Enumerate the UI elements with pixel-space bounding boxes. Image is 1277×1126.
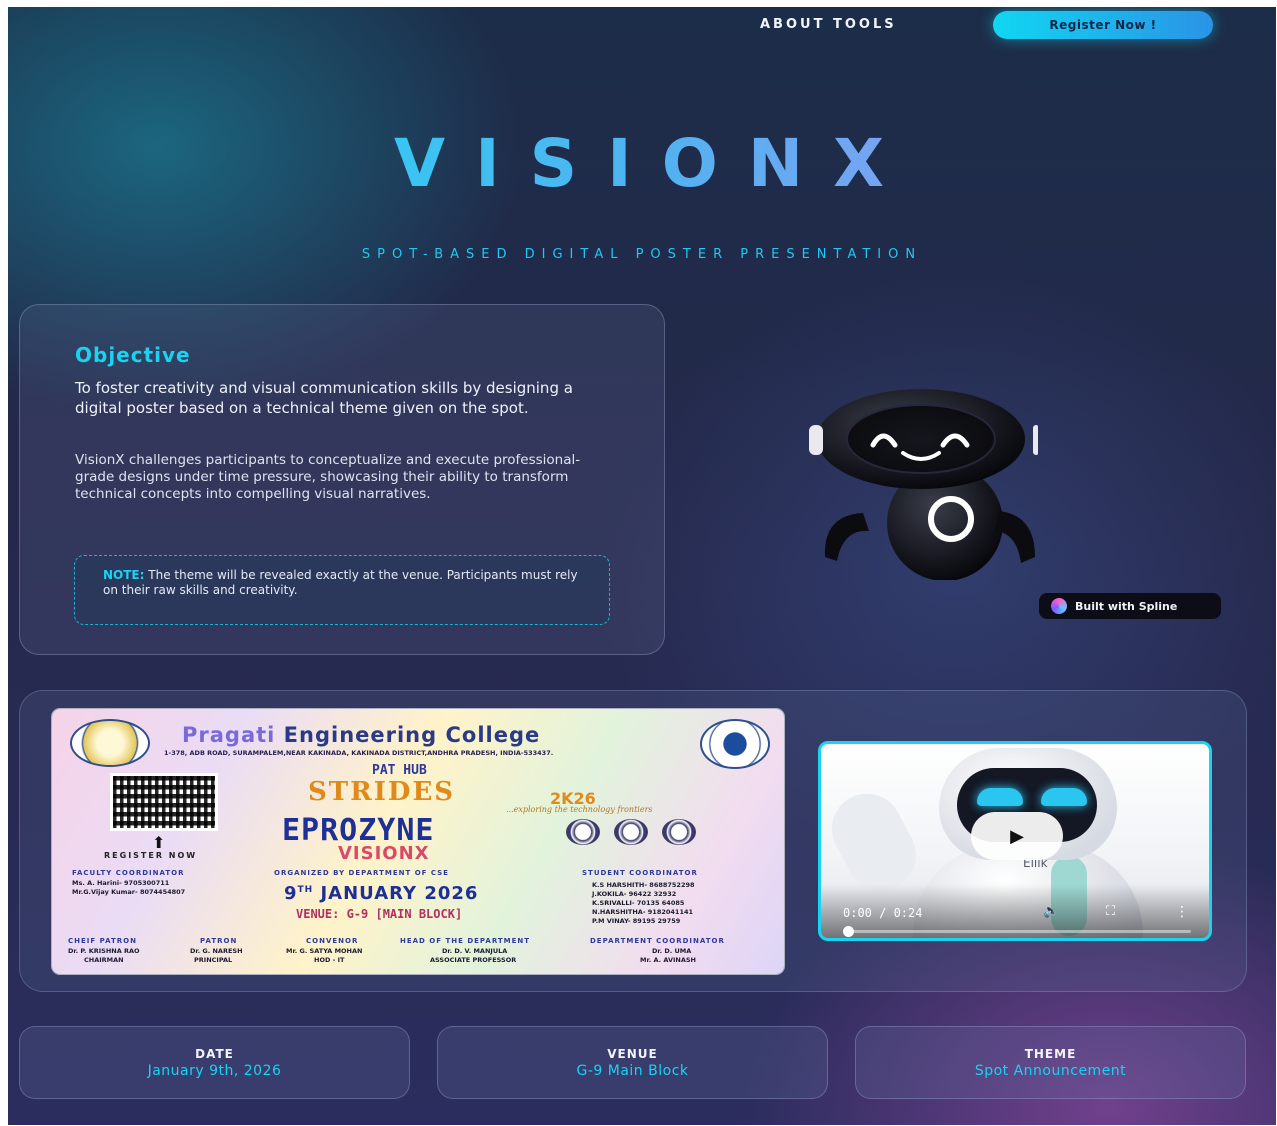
poster-hod-role: ASSOCIATE PROFESSOR [430, 956, 517, 964]
video-robot-right-eye [1041, 788, 1087, 806]
poster-convenor-label: CONVENOR [306, 937, 359, 945]
poster-patron-name: Dr. G. NARESH [190, 947, 243, 955]
poster-date-day: 9 [284, 883, 298, 904]
poster-student-4: N.HARSHITHA- 9182041141 [592, 908, 694, 916]
theme-value: Spot Announcement [974, 1063, 1127, 1079]
poster-pat-hub: PAT HUB [372, 763, 427, 778]
poster-visionx: VISIONX [338, 843, 430, 864]
volume-icon[interactable]: 🔈 [1043, 904, 1059, 919]
poster-venue: VENUE: G-9 [MAIN BLOCK] [296, 907, 463, 921]
club-logo-icon [566, 819, 600, 845]
spline-badge-label: Built with Spline [1075, 599, 1178, 613]
video-time: 0:00 / 0:24 [843, 906, 923, 920]
poster-sponsor-logos [566, 819, 766, 847]
hero-subtitle: SPOT-BASED DIGITAL POSTER PRESENTATION [361, 247, 923, 262]
robot-right-ear [1033, 425, 1038, 455]
poster-dept-coord-name-2: Mr. A. AVINASH [640, 956, 696, 964]
club-logo-icon [614, 819, 648, 845]
venue-value: G-9 Main Block [576, 1063, 689, 1079]
poster-date-sup: TH [297, 885, 314, 895]
robot-left-arm [824, 513, 869, 561]
poster-date-rest: JANUARY 2026 [313, 883, 479, 904]
play-icon: ▶ [1010, 825, 1024, 847]
poster-college-name: Pragati Engineering College [182, 723, 540, 747]
robot-face [846, 404, 996, 474]
objective-paragraph-1: To foster creativity and visual communic… [75, 379, 573, 417]
poster-student-5: P.M VINAY- 89195 29759 [592, 917, 681, 925]
poster-convenor-role: HOD - IT [314, 956, 345, 964]
poster-strides: STRIDES [308, 777, 456, 807]
poster-patron-label: PATRON [200, 937, 238, 945]
poster-hod-name: Dr. D. V. MANJULA [442, 947, 508, 955]
poster-address: 1-378, ADB ROAD, SURAMPALEM,NEAR KAKINAD… [164, 749, 554, 757]
page: ABOUT TOOLS Register Now ! VISIONX SPOT-… [8, 7, 1276, 1125]
objective-heading: Objective [75, 343, 191, 367]
robot-left-ear [809, 425, 823, 455]
poster-chief-patron-label: CHEIF PATRON [68, 937, 137, 945]
poster-student-3: K.SRIVALLI- 70135 64085 [592, 899, 685, 907]
spline-logo-icon [1051, 598, 1067, 614]
qr-code-icon [110, 773, 218, 831]
poster-date: 9TH JANUARY 2026 [284, 883, 478, 904]
nav-about-tools-link[interactable]: ABOUT TOOLS [760, 17, 897, 32]
hero-title: VISIONX [8, 125, 1276, 202]
poster-dept-coord-name-1: Dr. D. UMA [652, 947, 692, 955]
venue-label: VENUE [607, 1047, 658, 1061]
college-name-rest: Engineering College [275, 723, 541, 747]
video-player[interactable]: Eilik ▶ 0:00 / 0:24 🔈 ⛶ ⋮ [818, 741, 1212, 941]
event-poster: Pragati Engineering College 1-378, ADB R… [52, 709, 784, 974]
college-logo-icon [70, 719, 150, 767]
note-label: NOTE: [103, 568, 145, 582]
accreditation-seal-icon [700, 719, 770, 769]
date-value: January 9th, 2026 [147, 1063, 282, 1079]
register-now-button[interactable]: Register Now ! [993, 11, 1213, 39]
objective-card: Objective To foster creativity and visua… [19, 304, 665, 655]
built-with-spline-badge[interactable]: Built with Spline [1039, 593, 1221, 619]
college-name-first: Pragati [182, 723, 276, 747]
arrow-up-icon: ⬆ [152, 833, 166, 852]
video-robot-left-eye [977, 788, 1023, 806]
play-button[interactable]: ▶ [971, 812, 1063, 860]
poster-faculty-2: Mr.G.Vijay Kumar- 8074454807 [72, 888, 186, 896]
poster-tagline: ...exploring the technology frontiers [506, 805, 653, 814]
poster-student-1: K.S HARSHITH- 8688752298 [592, 881, 695, 889]
theme-label: THEME [1024, 1047, 1077, 1061]
poster-hod-label: HEAD OF THE DEPARTMENT [400, 937, 531, 945]
note-text: The theme will be revealed exactly at th… [103, 568, 578, 597]
poster-convenor-name: Mr. G. SATYA MOHAN [286, 947, 363, 955]
video-progress-track[interactable] [845, 930, 1191, 933]
venue-info-card: VENUE G-9 Main Block [437, 1026, 828, 1099]
objective-paragraph-2: VisionX challenges participants to conce… [75, 452, 581, 502]
fullscreen-icon[interactable]: ⛶ [1106, 904, 1115, 919]
poster-register-now: REGISTER NOW [104, 851, 198, 860]
video-progress-knob[interactable] [843, 926, 854, 937]
poster-faculty-label: FACULTY COORDINATOR [72, 869, 185, 877]
poster-chief-patron-role: CHAIRMAN [84, 956, 124, 964]
date-info-card: DATE January 9th, 2026 [19, 1026, 410, 1099]
club-logo-icon [662, 819, 696, 845]
poster-dept-coord-label: DEPARTMENT COORDINATOR [590, 937, 725, 945]
poster-chief-patron-name: Dr. P. KRISHNA RAO [68, 947, 140, 955]
date-label: DATE [195, 1047, 234, 1061]
more-options-icon[interactable]: ⋮ [1175, 904, 1189, 920]
poster-student-2: J.KOKILA- 96422 32932 [592, 890, 677, 898]
robot-3d-scene[interactable] [803, 385, 1038, 580]
poster-student-label: STUDENT COORDINATOR [582, 869, 698, 877]
poster-patron-role: PRINCIPAL [194, 956, 233, 964]
theme-info-card: THEME Spot Announcement [855, 1026, 1246, 1099]
poster-faculty-1: Ms. A. Harini- 9705300711 [72, 879, 170, 887]
poster-organized-by: ORGANIZED BY DEPARTMENT OF CSE [274, 869, 449, 877]
note-box: NOTE: The theme will be revealed exactly… [74, 555, 610, 625]
